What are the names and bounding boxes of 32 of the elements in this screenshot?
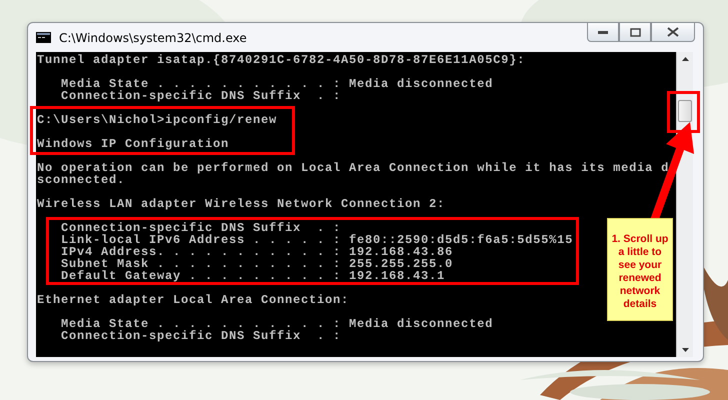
maximize-button[interactable]	[619, 22, 651, 42]
console-line: C:\Users\Nichol>ipconfig/renew	[37, 114, 278, 126]
close-button[interactable]	[651, 22, 695, 42]
console-line: Subnet Mask . . . . . . . . . . . : 255.255.255.0	[60, 258, 454, 270]
console-icon	[36, 32, 51, 43]
note-text: a little to	[617, 246, 663, 259]
note-text: details	[622, 298, 658, 311]
minimize-icon	[598, 30, 608, 34]
console-line: Connection-specific DNS Suffix . :	[60, 222, 342, 234]
console-line: Wireless LAN adapter Wireless Network Connection 2:	[37, 198, 446, 210]
note-text: network	[618, 285, 662, 298]
window-title: C:\Windows\system32\cmd.exe	[59, 30, 247, 46]
scrollbar[interactable]	[676, 52, 693, 357]
scroll-thumb[interactable]	[678, 100, 692, 122]
console-line: Connection-specific DNS Suffix . :	[60, 90, 342, 102]
console-line: sconnected.	[37, 174, 126, 186]
console-line: IPv4 Address. . . . . . . . . . . : 192.168.43.86	[60, 246, 454, 258]
console-line: Tunnel adapter isatap.{8740291C-6782-4A50-8D78-87E6E11A05C9}:	[37, 54, 526, 66]
console-line: Windows IP Configuration	[37, 138, 230, 150]
note-text: 1. Scroll up	[610, 233, 670, 246]
maximize-icon	[630, 28, 640, 36]
console-line: Link-local IPv6 Address . . . . . : fe80::2590:d5d5:f6a5:5d55%15	[60, 234, 574, 246]
console-line: No operation can be performed on Local Area Connection while it has its media d	[37, 162, 670, 174]
console-line: Media State . . . . . . . . . . . : Media disconnected	[60, 318, 494, 330]
note-text: renewed	[618, 272, 662, 285]
console-line: Media State . . . . . . . . . . . : Media disconnected	[60, 78, 494, 90]
console-line: Default Gateway . . . . . . . . . : 192.168.43.1	[60, 270, 446, 282]
console-line: Connection-specific DNS Suffix . :	[60, 330, 342, 342]
console-line: Ethernet adapter Local Area Connection:	[37, 294, 350, 306]
note-text: see your	[617, 259, 663, 272]
minimize-button[interactable]	[587, 22, 619, 42]
close-icon	[667, 27, 679, 37]
